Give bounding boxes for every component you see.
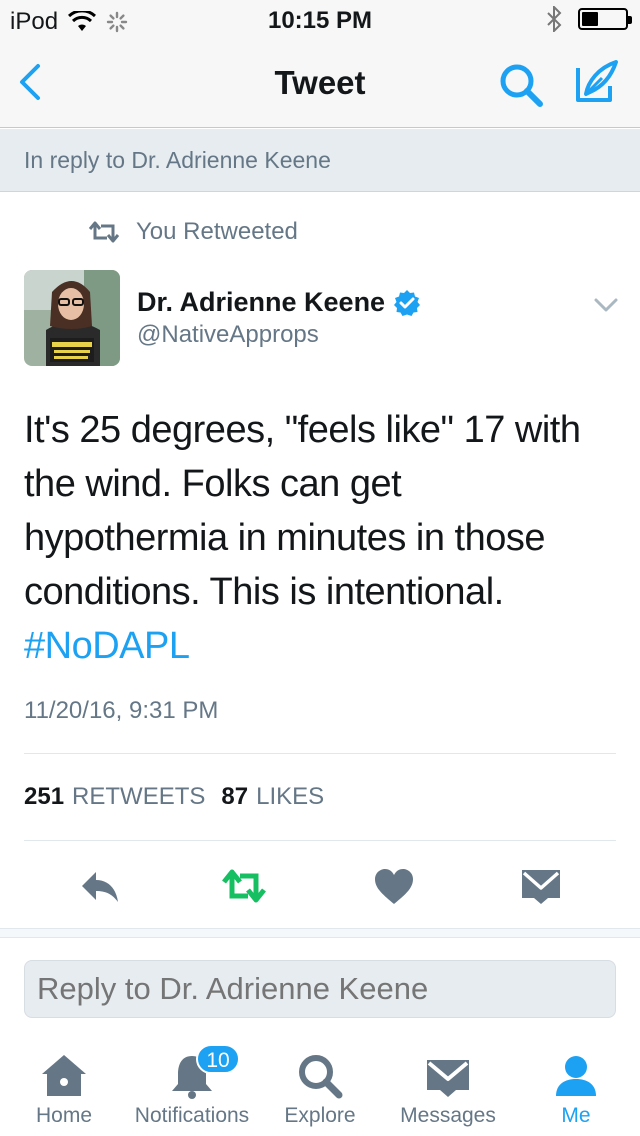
hashtag-link[interactable]: #NoDAPL [24,619,620,673]
retweet-context: You Retweeted [88,218,298,246]
tab-me[interactable]: Me [512,1038,640,1136]
compose-tweet-icon[interactable] [572,58,620,106]
retweets-count: 251 [24,783,65,810]
section-separator [0,928,640,938]
retweet-context-text: You Retweeted [136,218,298,245]
author-name-text: Dr. Adrienne Keene [137,287,386,317]
battery-icon [578,8,632,30]
tweet-stats: 251 RETWEETS 87 LIKES [24,783,324,811]
chevron-down-icon[interactable] [592,296,620,316]
tweet-timestamp: 11/20/16, 9:31 PM [24,697,219,724]
in-reply-to-banner[interactable]: In reply to Dr. Adrienne Keene [0,129,640,192]
retweets-stat[interactable]: 251 RETWEETS [24,783,205,811]
retweets-label: RETWEETS [72,783,206,810]
tweet-text-line: hypothermia in minutes in those [24,517,546,559]
page-title: Tweet [274,64,366,101]
tab-label: Me [561,1104,591,1127]
divider [24,753,616,754]
avatar[interactable] [24,270,120,366]
tweet-text: It's 25 degrees, "feels like" 17 with th… [24,403,620,673]
tweet-actions [0,856,640,916]
tweet-text-line: conditions. This is intentional. [24,571,504,613]
home-icon [42,1055,86,1096]
search-icon[interactable] [498,62,544,108]
reply-input[interactable] [24,960,616,1018]
author-handle[interactable]: @NativeApprops [137,321,319,349]
direct-message-icon[interactable] [519,866,563,906]
tab-bar: Home 10 Notifications Explore Messages M… [0,1038,640,1136]
in-reply-to-text: In reply to Dr. Adrienne Keene [24,147,331,173]
tweet-text-line: It's 25 degrees, "feels like" 17 with [24,409,581,451]
status-right [546,6,632,32]
heart-icon[interactable] [372,866,416,906]
likes-stat[interactable]: 87 LIKES [221,783,324,811]
retweet-icon [88,221,120,243]
search-icon [299,1055,343,1099]
notifications-badge: 10 [196,1044,240,1074]
author-name[interactable]: Dr. Adrienne Keene [137,287,421,318]
retweet-action-icon[interactable] [222,866,266,906]
likes-label: LIKES [256,783,325,810]
verified-badge-icon [394,289,421,316]
likes-count: 87 [221,783,249,810]
avatar-image [24,270,120,366]
status-bar: iPod 10:15 PM [0,0,640,40]
reply-icon[interactable] [78,866,122,906]
status-time: 10:15 PM [267,7,373,34]
divider [24,840,616,841]
bluetooth-icon [547,6,562,32]
tweet-text-line: the wind. Folks can get [24,463,402,505]
envelope-icon [427,1060,469,1097]
person-icon [556,1056,596,1096]
nav-bar: Tweet [0,40,640,128]
